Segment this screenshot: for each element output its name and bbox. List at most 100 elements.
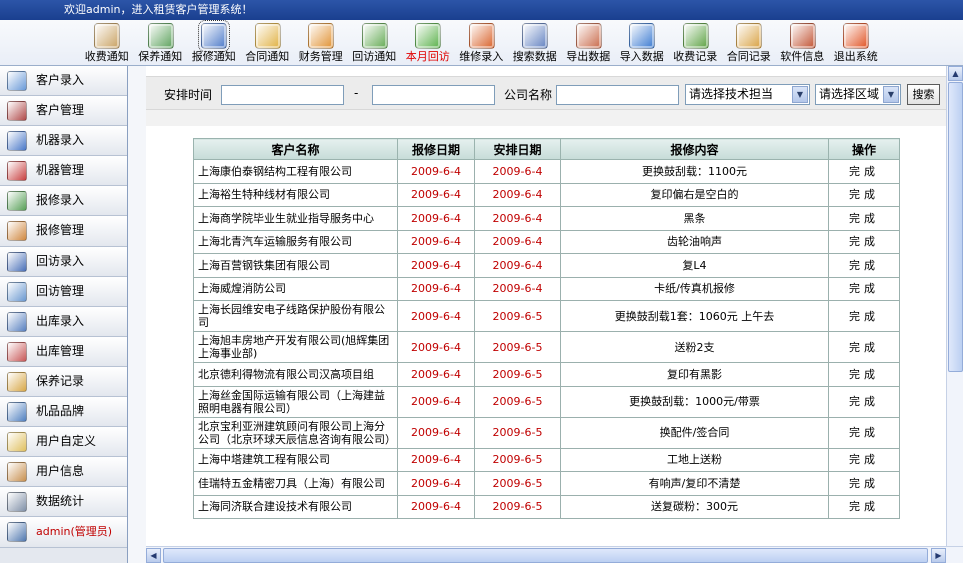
sidebar-item-8[interactable]: 出库录入	[0, 306, 127, 337]
search-button[interactable]: 搜索	[907, 84, 940, 105]
cell-operation[interactable]: 完成	[828, 385, 900, 418]
toolbar-button-6[interactable]: 本月回访	[401, 20, 455, 66]
toolbar-button-5[interactable]: 回访通知	[348, 20, 402, 66]
revisit-manage-icon	[7, 281, 27, 302]
toolbar-button-label: 导出数据	[566, 50, 611, 63]
table-row[interactable]: 上海裕生特种线材有限公司 2009-6-4 2009-6-4 复印偏右是空白的 完成	[193, 182, 900, 207]
repair-entry-icon	[7, 191, 27, 212]
table-row[interactable]: 佳瑞特五金精密刀具（上海）有限公司 2009-6-4 2009-6-5 有响声/复印不…	[193, 471, 900, 496]
toolbar-button-1[interactable]: 保养通知	[134, 20, 188, 66]
cell-operation[interactable]: 完成	[828, 362, 900, 387]
table-row[interactable]: 上海威煌消防公司 2009-6-4 2009-6-4 卡纸/传真机报修 完成	[193, 276, 900, 301]
toolbar-button-4[interactable]: 财务管理	[294, 20, 348, 66]
cell-repair-date: 2009-6-4	[397, 385, 475, 418]
scroll-up-icon[interactable]: ▲	[948, 66, 963, 81]
company-name-input[interactable]	[556, 85, 679, 105]
top-banner: 欢迎admin，进入租赁客户管理系统！ 收费通知 保养通知 报修通知 合同通知 财务管理…	[0, 0, 963, 66]
company-name-label: 公司名称	[504, 88, 553, 102]
toolbar-button-9[interactable]: 导出数据	[562, 20, 616, 66]
sidebar-item-10[interactable]: 保养记录	[0, 366, 127, 398]
toolbar-button-label: 导入数据	[619, 50, 664, 63]
toolbar-button-10[interactable]: 导入数据	[615, 20, 669, 66]
horizontal-scrollbar[interactable]: ◀ ▶	[146, 546, 963, 563]
cell-operation[interactable]: 完成	[828, 159, 900, 184]
cell-repair-content: 齿轮油响声	[560, 229, 829, 254]
cell-repair-date: 2009-6-4	[397, 229, 475, 254]
chevron-down-icon[interactable]: ▼	[883, 86, 899, 103]
sidebar-item-11[interactable]: 机品品牌	[0, 397, 127, 428]
cell-operation[interactable]: 完成	[828, 182, 900, 207]
sidebar-item-12[interactable]: 用户自定义	[0, 427, 127, 458]
cell-customer-name: 上海威煌消防公司	[193, 276, 398, 301]
area-select[interactable]: 请选择区域 ▼	[815, 84, 901, 105]
cell-operation[interactable]: 完成	[828, 494, 900, 519]
sidebar-item-4[interactable]: 报修录入	[0, 186, 127, 217]
toolbar-button-label: 退出系统	[833, 50, 878, 63]
toolbar-button-0[interactable]: 收费通知	[80, 20, 134, 66]
cell-operation[interactable]: 完成	[828, 229, 900, 254]
brand-icon	[7, 402, 27, 423]
table-row[interactable]: 上海百营钢铁集团有限公司 2009-6-4 2009-6-4 复L4 完成	[193, 253, 900, 278]
toolbar-button-8[interactable]: 搜索数据	[508, 20, 562, 66]
repair-manage-icon	[7, 221, 27, 242]
technician-select[interactable]: 请选择技术担当 ▼	[685, 84, 810, 105]
sidebar-item-2[interactable]: 机器录入	[0, 126, 127, 157]
cell-arrange-date: 2009-6-5	[474, 447, 561, 472]
sidebar-item-13[interactable]: 用户信息	[0, 457, 127, 488]
month-revisit-icon	[415, 23, 441, 49]
sidebar-item-label: 用户信息	[36, 464, 85, 479]
horizontal-scroll-thumb[interactable]	[163, 548, 928, 563]
cell-customer-name: 上海旭丰房地产开发有限公司(旭辉集团上海事业部)	[193, 331, 398, 363]
cell-operation[interactable]: 完成	[828, 471, 900, 496]
sidebar-item-7[interactable]: 回访管理	[0, 276, 127, 307]
cell-customer-name: 上海丝金国际运输有限公司（上海建益照明电器有限公司）	[193, 385, 398, 418]
table-row[interactable]: 上海商学院毕业生就业指导服务中心 2009-6-4 2009-6-4 黑条 完成	[193, 206, 900, 231]
toolbar-button-14[interactable]: 退出系统	[829, 20, 883, 66]
table-row[interactable]: 上海北青汽车运输服务有限公司 2009-6-4 2009-6-4 齿轮油响声 完成	[193, 229, 900, 254]
sidebar-item-3[interactable]: 机器管理	[0, 156, 127, 187]
sidebar-item-14[interactable]: 数据统计	[0, 487, 127, 518]
table-row[interactable]: 上海长园维安电子线路保护股份有限公司 2009-6-4 2009-6-5 更换鼓刮载1…	[193, 300, 900, 332]
cell-operation[interactable]: 完成	[828, 253, 900, 278]
sidebar-item-5[interactable]: 报修管理	[0, 216, 127, 247]
outbound-manage-icon	[7, 341, 27, 362]
table-row[interactable]: 上海丝金国际运输有限公司（上海建益照明电器有限公司） 2009-6-4 2009-6…	[193, 385, 900, 418]
search-bar-divider	[146, 110, 946, 126]
toolbar-button-7[interactable]: 维修录入	[455, 20, 509, 66]
vertical-scroll-thumb[interactable]	[948, 82, 963, 372]
toolbar-button-2[interactable]: 报修通知	[187, 20, 241, 66]
table-row[interactable]: 北京宝利亚洲建筑顾问有限公司上海分公司（北京环球天辰信息咨询有限公司） 2009-…	[193, 416, 900, 449]
table-row[interactable]: 北京德利得物流有限公司汉高项目组 2009-6-4 2009-6-5 复印有黑影 完成	[193, 362, 900, 387]
cell-customer-name: 上海中塔建筑工程有限公司	[193, 447, 398, 472]
toolbar-button-11[interactable]: 收费记录	[669, 20, 723, 66]
cell-operation[interactable]: 完成	[828, 276, 900, 301]
sidebar-item-0[interactable]: 客户录入	[0, 66, 127, 97]
toolbar-button-3[interactable]: 合同通知	[241, 20, 295, 66]
sidebar-item-9[interactable]: 出库管理	[0, 336, 127, 367]
scroll-right-icon[interactable]: ▶	[931, 548, 946, 563]
customer-manage-icon	[7, 101, 27, 122]
vertical-scrollbar[interactable]: ▲	[946, 66, 963, 546]
cell-operation[interactable]: 完成	[828, 416, 900, 449]
cell-repair-date: 2009-6-4	[397, 471, 475, 496]
cell-operation[interactable]: 完成	[828, 447, 900, 472]
cell-operation[interactable]: 完成	[828, 206, 900, 231]
toolbar-button-13[interactable]: 软件信息	[776, 20, 830, 66]
chevron-down-icon[interactable]: ▼	[792, 86, 808, 103]
table-row[interactable]: 上海康伯泰钢结构工程有限公司 2009-6-4 2009-6-4 更换鼓刮载：1100…	[193, 159, 900, 184]
scroll-left-icon[interactable]: ◀	[146, 548, 161, 563]
schedule-end-input[interactable]	[372, 85, 495, 105]
table-row[interactable]: 上海中塔建筑工程有限公司 2009-6-4 2009-6-5 工地上送粉 完成	[193, 447, 900, 472]
sidebar-item-15[interactable]: admin(管理员)	[0, 517, 127, 548]
cell-operation[interactable]: 完成	[828, 331, 900, 363]
toolbar-button-12[interactable]: 合同记录	[722, 20, 776, 66]
sidebar-item-1[interactable]: 客户管理	[0, 96, 127, 127]
cell-arrange-date: 2009-6-5	[474, 385, 561, 418]
sidebar-item-label: 出库管理	[36, 343, 85, 358]
toolbar-button-label: 本月回访	[405, 50, 450, 63]
table-row[interactable]: 上海旭丰房地产开发有限公司(旭辉集团上海事业部) 2009-6-4 2009-6-5…	[193, 331, 900, 363]
table-row[interactable]: 上海同济联合建设技术有限公司 2009-6-4 2009-6-5 送复碳粉：300元完…	[193, 494, 900, 519]
sidebar-item-6[interactable]: 回访录入	[0, 246, 127, 277]
cell-operation[interactable]: 完成	[828, 300, 900, 332]
schedule-start-input[interactable]	[221, 85, 344, 105]
